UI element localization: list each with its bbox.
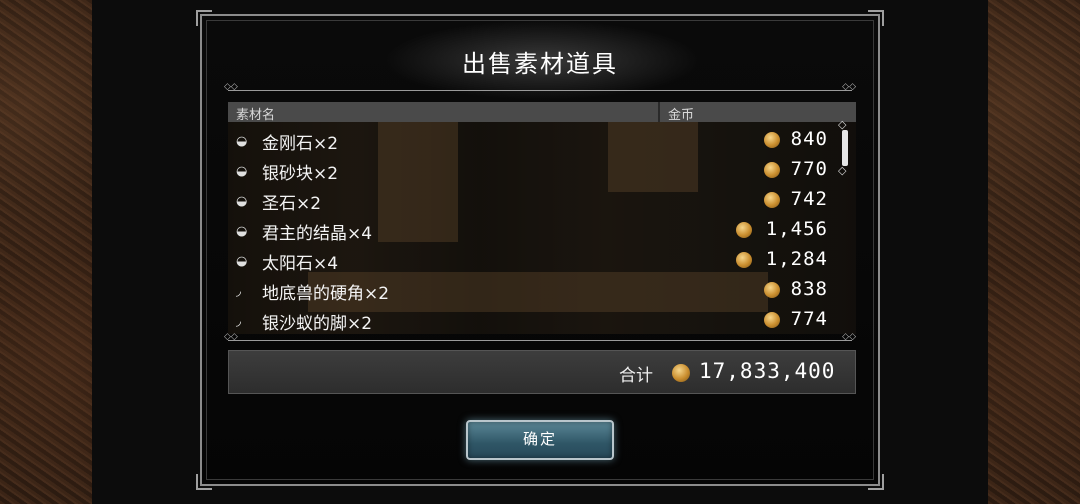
list-item[interactable]: ◒ 金刚石×2 840 [228,126,828,156]
frame-corner [196,10,212,26]
frame-corner [868,474,884,490]
item-name: 君主的结晶×4 [262,224,373,244]
bottom-divider [224,332,856,342]
coin-icon [736,252,752,268]
item-price: 770 [790,158,828,180]
list-item[interactable]: ◒ 君主的结晶×4 1,456 [228,216,828,246]
item-name: 金刚石×2 [262,134,339,154]
ore-icon: ◒ [236,194,248,209]
item-name: 地底兽的硬角×2 [262,284,390,304]
coin-icon [764,282,780,298]
item-price: 840 [790,128,828,150]
coin-icon [736,222,752,238]
list-item[interactable]: ◞ 银沙蚁的脚×2 774 [228,306,828,334]
total-label: 合计 [619,366,653,386]
dialog-title: 出售素材道具 [462,50,618,78]
scroll-down-icon[interactable]: ◇ [838,164,846,177]
background-wall-right [988,0,1080,504]
list-item[interactable]: ◞ 地底兽的硬角×2 838 [228,276,828,306]
list-header: 素材名 金币 [228,102,856,123]
item-name: 银砂块×2 [262,164,339,184]
list-item[interactable]: ◒ 银砂块×2 770 [228,156,828,186]
item-price: 742 [790,188,828,210]
item-name: 太阳石×4 [262,254,339,274]
scrollbar-thumb[interactable] [842,130,848,166]
background-wall-left [0,0,92,504]
coin-icon [764,132,780,148]
item-name: 银沙蚁的脚×2 [262,314,373,334]
ore-icon: ◒ [236,134,248,149]
item-name: 圣石×2 [262,194,322,214]
frame-corner [868,10,884,26]
item-price: 838 [790,278,828,300]
horn-icon: ◞ [236,314,242,329]
horn-icon: ◞ [236,284,242,299]
frame-corner [196,474,212,490]
ore-icon: ◒ [236,224,248,239]
sell-materials-dialog: 出售素材道具 素材名 金币 ◒ 金刚石×2 840 ◒ 银砂块×2 770 ◒ … [196,10,884,490]
coin-icon [672,364,690,382]
total-value: 17,833,400 [699,359,836,383]
coin-icon [764,192,780,208]
material-list[interactable]: 素材名 金币 ◒ 金刚石×2 840 ◒ 银砂块×2 770 ◒ 圣石×2 74… [228,102,856,334]
confirm-button[interactable]: 确定 [466,420,614,460]
item-price: 1,456 [765,218,828,240]
column-separator [658,102,660,122]
ore-icon: ◒ [236,164,248,179]
ore-icon: ◒ [236,254,248,269]
top-divider [224,82,856,92]
total-bar: 合计 17,833,400 [228,350,856,394]
item-price: 1,284 [765,248,828,270]
column-header-price: 金币 [668,108,695,123]
coin-icon [764,162,780,178]
column-header-name: 素材名 [236,108,276,123]
list-item[interactable]: ◒ 太阳石×4 1,284 [228,246,828,276]
list-item[interactable]: ◒ 圣石×2 742 [228,186,828,216]
item-price: 774 [790,308,828,330]
coin-icon [764,312,780,328]
